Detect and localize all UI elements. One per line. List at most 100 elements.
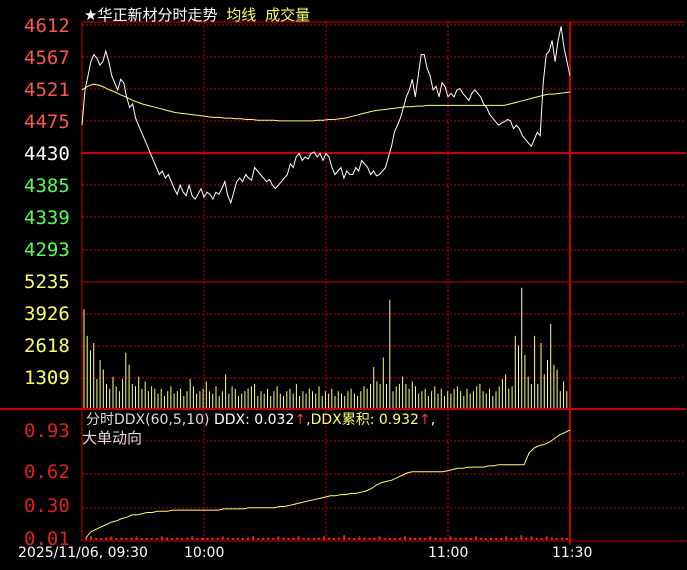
ddx-bar bbox=[540, 538, 543, 540]
ddx-bar bbox=[505, 536, 508, 540]
ddx-bar bbox=[241, 538, 244, 540]
ddx-bar bbox=[424, 538, 427, 540]
ddx-bar bbox=[85, 537, 87, 540]
ddx-bar bbox=[454, 538, 457, 540]
ddx-bar bbox=[358, 536, 361, 540]
price-tick-1: 4567 bbox=[24, 47, 70, 69]
ddx-bar bbox=[383, 538, 386, 540]
volume-label: 成交量 bbox=[265, 6, 311, 24]
ddx-bar bbox=[444, 537, 447, 540]
volume-tick-2: 2618 bbox=[24, 335, 70, 357]
ddx-cum-separator: , bbox=[430, 412, 436, 428]
ddx-bar bbox=[322, 536, 325, 540]
ddx-bar bbox=[378, 536, 381, 540]
ddx-bar bbox=[479, 537, 482, 540]
price-tick-2: 4521 bbox=[24, 79, 70, 101]
ddx-bar bbox=[368, 538, 371, 540]
ddx-bar bbox=[510, 538, 513, 540]
ddx-bar bbox=[302, 538, 305, 540]
ddx-bar bbox=[555, 538, 558, 540]
ddx-bar bbox=[550, 537, 553, 540]
ddx-bar bbox=[333, 538, 336, 540]
price-tick-4: 4430 bbox=[24, 143, 70, 165]
ddx-bar bbox=[419, 537, 422, 540]
ddx-bar bbox=[348, 537, 351, 540]
ddx-bar bbox=[110, 536, 113, 540]
ddx-bar bbox=[530, 536, 533, 540]
stock-name: 华正新材 bbox=[97, 6, 158, 24]
x-tick-0: 2025/11/06, 09:30 bbox=[18, 545, 148, 561]
star-icon[interactable]: ★ bbox=[84, 6, 97, 24]
ddx-bar bbox=[403, 536, 406, 540]
ddx-up-arrow-icon: ↑ bbox=[294, 412, 307, 428]
ddx-bar bbox=[206, 538, 209, 540]
ddx-bar bbox=[171, 538, 174, 540]
ddx-bar bbox=[90, 536, 93, 540]
ddx-bar bbox=[469, 538, 472, 540]
ddx-bar bbox=[414, 538, 417, 540]
ddx-bar bbox=[130, 537, 133, 540]
ddx-bar bbox=[277, 536, 280, 540]
avg-line-label: 均线 bbox=[226, 6, 257, 24]
ddx-bar bbox=[176, 537, 179, 540]
ddx-cum-up-arrow-icon: ↑ bbox=[418, 412, 431, 428]
ddx-bar bbox=[520, 535, 523, 540]
ddx-bar bbox=[343, 535, 346, 540]
ddx-bar bbox=[525, 537, 528, 540]
ddx-bar bbox=[328, 537, 330, 540]
ddx-bar bbox=[449, 536, 452, 540]
ddx-bar bbox=[140, 538, 143, 540]
ddx-bar bbox=[247, 537, 249, 540]
ddx-bar bbox=[500, 537, 503, 540]
ddx-bar bbox=[216, 538, 219, 540]
ddx-bar bbox=[191, 536, 194, 540]
ddx-bar bbox=[464, 537, 467, 540]
ddx-bar bbox=[166, 537, 168, 540]
ddx-bar bbox=[287, 538, 290, 540]
price-tick-5: 4385 bbox=[24, 175, 70, 197]
ddx-bar bbox=[474, 536, 477, 540]
ddx-bar bbox=[338, 537, 341, 540]
ddx-bar bbox=[434, 537, 437, 540]
ddx-bar bbox=[565, 538, 568, 540]
ddx-bar bbox=[145, 537, 148, 540]
ddx-bar bbox=[297, 536, 300, 540]
ddx-bar bbox=[388, 537, 391, 540]
ddx-bar bbox=[155, 538, 158, 540]
ddx-bar bbox=[125, 538, 128, 540]
chart-canvas bbox=[0, 21, 686, 545]
ddx-header: 分时DDX(60,5,10) DDX: 0.032↑,DDX累积: 0.932↑… bbox=[86, 410, 435, 430]
ddx-bar bbox=[490, 537, 492, 540]
ddx-bar bbox=[150, 537, 153, 540]
ddx-tick-1: 0.62 bbox=[24, 461, 70, 483]
ddx-bar bbox=[353, 538, 356, 540]
volume-tick-3: 1309 bbox=[24, 367, 70, 389]
ddx-bar bbox=[221, 536, 224, 540]
ddx-tick-0: 0.93 bbox=[24, 420, 70, 442]
ddx-bar bbox=[292, 537, 295, 540]
ddx-bar bbox=[398, 537, 401, 540]
ddx-bar bbox=[252, 536, 255, 540]
price-tick-7: 4293 bbox=[24, 239, 70, 261]
x-tick-1: 10:00 bbox=[184, 545, 225, 561]
ddx-bar bbox=[484, 538, 487, 540]
big-order-label: 大单动向 bbox=[82, 429, 143, 447]
ddx-bar bbox=[282, 537, 285, 540]
ddx-bar bbox=[160, 536, 163, 540]
ddx-indicator-name[interactable]: 分时DDX(60,5,10) bbox=[86, 412, 210, 428]
ddx-bar bbox=[231, 538, 234, 540]
ddx-bar bbox=[135, 536, 138, 540]
ddx-bar bbox=[429, 536, 432, 540]
x-tick-2: 11:00 bbox=[428, 545, 469, 561]
price-tick-0: 4612 bbox=[24, 15, 70, 37]
ddx-bar bbox=[560, 537, 563, 540]
ddx-bar bbox=[515, 537, 518, 540]
ddx-tick-2: 0.30 bbox=[24, 495, 70, 517]
ddx-bar bbox=[226, 537, 229, 540]
ddx-bar bbox=[439, 538, 442, 540]
ddx-value: DDX: 0.032 bbox=[213, 412, 295, 428]
ddx-bar bbox=[196, 538, 199, 540]
ddx-bar bbox=[459, 537, 462, 540]
volume-tick-0: 5235 bbox=[24, 271, 70, 293]
ddx-bar bbox=[236, 537, 239, 540]
